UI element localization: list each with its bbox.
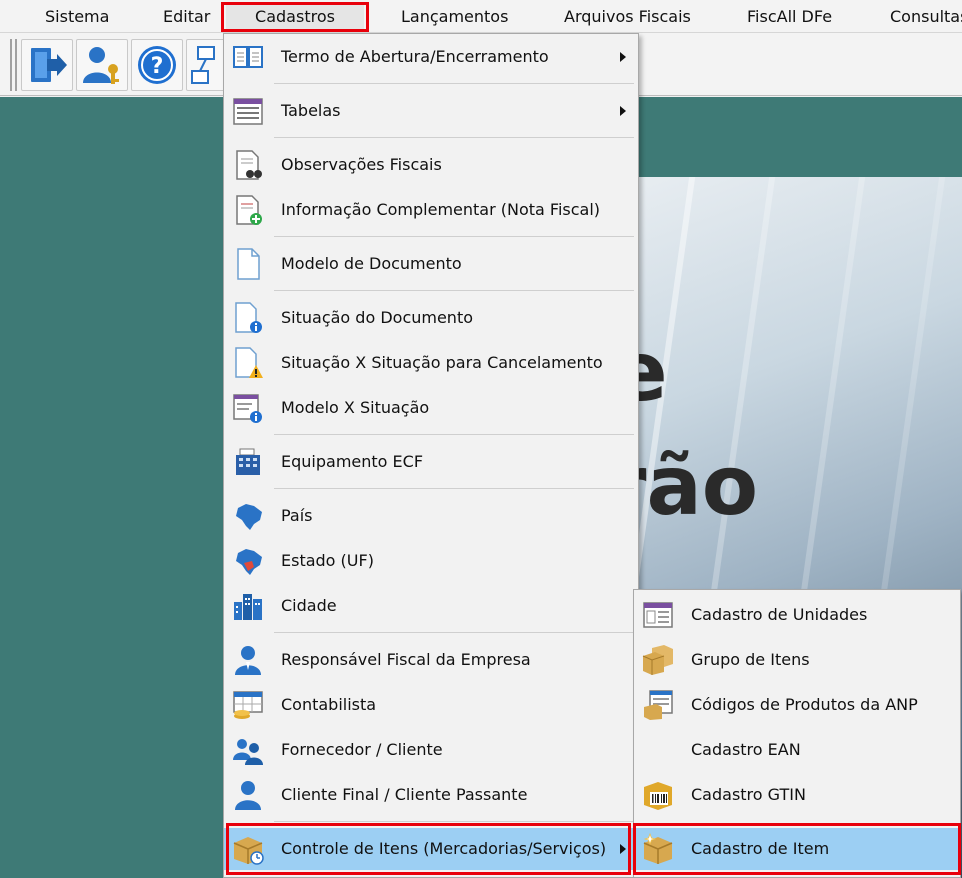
submenu-item-cadastro-item[interactable]: Cadastro de Item: [634, 828, 960, 870]
menu-bar: Sistema Editar Cadastros Lançamentos Arq…: [0, 0, 962, 33]
submenu-item-grupo-itens[interactable]: Grupo de Itens: [634, 639, 960, 681]
menu-item-controle-itens[interactable]: Controle de Itens (Mercadorias/Serviços): [224, 828, 638, 870]
menu-item-cidade[interactable]: Cidade: [224, 585, 638, 627]
window-grid-icon: [643, 602, 673, 628]
menu-item-label: Contabilista: [281, 695, 377, 714]
submenu-arrow-icon: [620, 844, 626, 854]
exit-door-icon: [31, 48, 67, 82]
network-button[interactable]: [186, 39, 226, 91]
menu-cadastros[interactable]: Cadastros: [226, 4, 364, 30]
submenu-item-label: Códigos de Produtos da ANP: [691, 695, 918, 714]
menu-item-label: Termo de Abertura/Encerramento: [281, 47, 549, 66]
help-button[interactable]: ?: [131, 39, 183, 91]
menu-arquivos-fiscais[interactable]: Arquivos Fiscais: [564, 4, 691, 30]
menu-item-label: Modelo X Situação: [281, 398, 430, 417]
table-list-icon: [233, 98, 263, 125]
menu-item-estado[interactable]: Estado (UF): [224, 540, 638, 582]
menu-item-label: Equipamento ECF: [281, 452, 424, 471]
document-add-icon: [236, 195, 262, 225]
submenu-item-codigos-anp[interactable]: Códigos de Produtos da ANP: [634, 684, 960, 726]
submenu-item-label: Cadastro de Item: [691, 839, 830, 858]
book-icon: [233, 46, 263, 68]
menu-item-label: Cidade: [281, 596, 337, 615]
menu-item-label: Modelo de Documento: [281, 254, 462, 273]
menu-sistema[interactable]: Sistema: [45, 4, 109, 30]
help-icon: ?: [138, 46, 176, 84]
submenu-item-label: Cadastro EAN: [691, 740, 801, 759]
menu-item-label: Cliente Final / Cliente Passante: [281, 785, 528, 804]
brazil-map-icon: [236, 504, 262, 530]
menu-fiscall-dfe[interactable]: FiscAll DFe: [747, 4, 832, 30]
people-icon: [233, 739, 263, 765]
blank-document-icon: [237, 248, 260, 280]
menu-item-label: Estado (UF): [281, 551, 374, 570]
brazil-state-map-icon: [236, 549, 262, 575]
exit-button[interactable]: [21, 39, 73, 91]
menu-item-cliente-final[interactable]: Cliente Final / Cliente Passante: [224, 774, 638, 816]
cadastros-dropdown-menu: Termo de Abertura/Encerramento Tabelas O…: [223, 33, 639, 878]
barcode-box-icon: [644, 782, 672, 810]
user-key-button[interactable]: [76, 39, 128, 91]
controle-itens-submenu: Cadastro de Unidades Grupo de Itens Códi…: [633, 589, 961, 878]
svg-text:?: ?: [151, 54, 164, 79]
menu-item-termo-abertura[interactable]: Termo de Abertura/Encerramento: [224, 36, 638, 78]
menu-item-equipamento-ecf[interactable]: Equipamento ECF: [224, 441, 638, 483]
calculator-coins-icon: [233, 691, 263, 719]
menu-item-informacao-complementar[interactable]: Informação Complementar (Nota Fiscal): [224, 189, 638, 231]
user-key-icon: [83, 47, 119, 84]
menu-item-label: Situação X Situação para Cancelamento: [281, 353, 603, 372]
menu-item-label: Fornecedor / Cliente: [281, 740, 443, 759]
submenu-item-cadastro-unidades[interactable]: Cadastro de Unidades: [634, 594, 960, 636]
document-binoculars-icon: [236, 150, 262, 180]
menu-consultas[interactable]: Consultas: [890, 4, 962, 30]
menu-item-label: Situação do Documento: [281, 308, 474, 327]
menu-item-responsavel-fiscal[interactable]: Responsável Fiscal da Empresa: [224, 639, 638, 681]
submenu-item-label: Grupo de Itens: [691, 650, 810, 669]
menu-item-modelo-situacao[interactable]: Modelo X Situação: [224, 387, 638, 429]
submenu-arrow-icon: [620, 106, 626, 116]
menu-item-situacao-documento[interactable]: Situação do Documento: [224, 297, 638, 339]
menu-editar[interactable]: Editar: [163, 4, 210, 30]
menu-item-label: Observações Fiscais: [281, 155, 442, 174]
box-sparkle-icon: [643, 833, 673, 864]
submenu-item-label: Cadastro GTIN: [691, 785, 806, 804]
person-icon: [235, 781, 261, 810]
toolbar-grip[interactable]: [10, 39, 17, 91]
submenu-arrow-icon: [620, 52, 626, 62]
submenu-item-label: Cadastro de Unidades: [691, 605, 868, 624]
menu-item-contabilista[interactable]: Contabilista: [224, 684, 638, 726]
menu-item-modelo-documento[interactable]: Modelo de Documento: [224, 243, 638, 285]
menu-item-fornecedor-cliente[interactable]: Fornecedor / Cliente: [224, 729, 638, 771]
boxes-icon: [642, 645, 673, 675]
menu-item-label: País: [281, 506, 313, 525]
document-warning-icon: [235, 347, 263, 378]
submenu-item-cadastro-gtin[interactable]: Cadastro GTIN: [634, 774, 960, 816]
menu-lancamentos[interactable]: Lançamentos: [401, 4, 508, 30]
menu-item-pais[interactable]: País: [224, 495, 638, 537]
menu-item-tabelas[interactable]: Tabelas: [224, 90, 638, 132]
menu-item-observacoes-fiscais[interactable]: Observações Fiscais: [224, 144, 638, 186]
submenu-item-cadastro-ean[interactable]: Cadastro EAN: [634, 729, 960, 771]
menu-item-situacao-cancelamento[interactable]: Situação X Situação para Cancelamento: [224, 342, 638, 384]
network-icon: [191, 46, 215, 84]
document-info-icon: [235, 302, 262, 333]
menu-item-label: Controle de Itens (Mercadorias/Serviços): [281, 839, 607, 858]
fuel-table-icon: [644, 690, 673, 720]
menu-item-label: Responsável Fiscal da Empresa: [281, 650, 531, 669]
menu-item-label: Informação Complementar (Nota Fiscal): [281, 200, 601, 219]
cash-register-icon: [236, 448, 260, 475]
box-clock-icon: [233, 837, 264, 865]
menu-item-label: Tabelas: [281, 101, 341, 120]
city-buildings-icon: [234, 594, 262, 620]
person-icon: [235, 646, 261, 675]
form-info-icon: [233, 394, 262, 423]
